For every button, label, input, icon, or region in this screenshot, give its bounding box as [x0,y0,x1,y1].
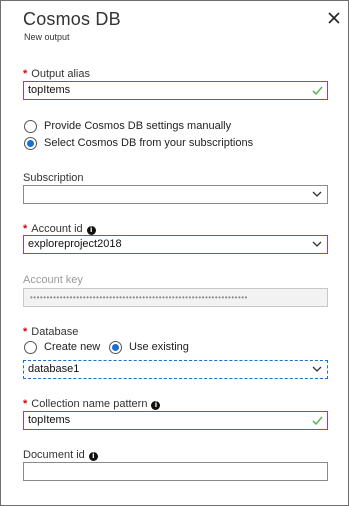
subscription-dropdown[interactable] [23,185,328,204]
required-marker: * [23,326,28,338]
close-icon [328,12,340,24]
document-id-input[interactable] [23,462,328,481]
required-marker: * [23,68,28,80]
radio-select-from-subscriptions[interactable]: Select Cosmos DB from your subscriptions [23,136,323,152]
account-key-label: Account key [23,274,83,286]
info-icon[interactable]: i [151,401,161,410]
radio-button-selected[interactable] [24,137,37,150]
account-key-input: ••••••••••••••••••••••••••••••••••••••••… [23,288,328,307]
account-key-masked-value: ••••••••••••••••••••••••••••••••••••••••… [30,293,248,302]
subscription-label: Subscription [23,172,84,184]
info-icon[interactable]: i [86,226,96,235]
account-id-dropdown[interactable]: exploreproject2018 [23,235,328,254]
database-label: * Database [23,326,79,338]
radio-create-new[interactable]: Create new [23,340,107,356]
radio-button[interactable] [24,120,37,133]
info-icon[interactable]: i [88,452,98,461]
close-button[interactable] [327,11,341,25]
radio-provide-manually[interactable]: Provide Cosmos DB settings manually [23,119,323,135]
collection-name-pattern-input[interactable]: topItems [23,411,328,430]
radio-label: Create new [44,341,101,353]
collection-name-pattern-value: topItems [28,414,71,426]
checkmark-icon [312,86,323,96]
radio-label: Use existing [129,341,189,353]
cosmos-db-output-panel: Cosmos DB New output * Output alias topIt… [0,0,349,506]
panel-subtitle: New output [24,32,70,42]
radio-use-existing[interactable]: Use existing [109,340,209,356]
output-alias-label: * Output alias [23,68,90,80]
checkmark-icon [312,416,323,426]
radio-label: Select Cosmos DB from your subscriptions [44,137,254,149]
radio-button[interactable] [24,341,37,354]
output-alias-input[interactable]: topItems [23,81,328,100]
chevron-down-icon [312,241,322,247]
account-id-value: exploreproject2018 [28,238,122,250]
required-marker: * [23,398,28,410]
account-id-label: * Account id i [23,223,96,235]
database-value: database1 [28,363,80,375]
database-dropdown[interactable]: database1 [23,360,328,379]
output-alias-value: topItems [28,84,71,96]
panel-title: Cosmos DB [23,9,121,29]
chevron-down-icon [312,191,322,197]
required-marker: * [23,223,28,235]
radio-label: Provide Cosmos DB settings manually [44,120,232,132]
document-id-label: Document id i [23,449,98,461]
chevron-down-icon [312,366,322,372]
radio-button-selected[interactable] [109,341,122,354]
collection-name-pattern-label: * Collection name pattern i [23,398,161,410]
